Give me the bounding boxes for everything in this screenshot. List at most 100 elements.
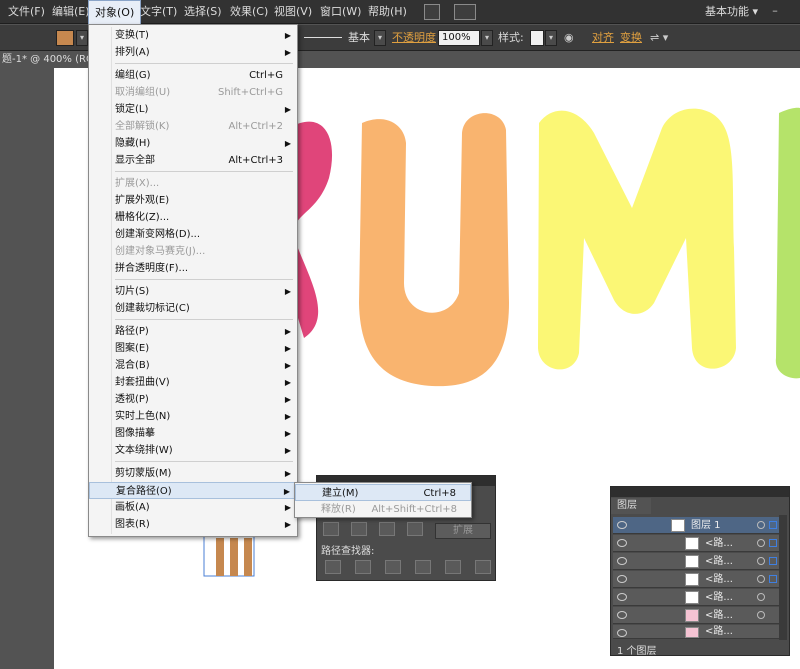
sublayer-name[interactable]: <路...: [705, 589, 733, 606]
opacity-input[interactable]: 100%: [438, 30, 480, 46]
exclude-icon[interactable]: [407, 522, 423, 536]
object-menu-item[interactable]: 拼合透明度(F)...: [89, 260, 297, 277]
object-menu-item[interactable]: 图表(R) ▶: [89, 516, 297, 533]
sublayer-name[interactable]: <路...: [705, 571, 733, 588]
object-menu-item[interactable]: 扩展外观(E): [89, 192, 297, 209]
expand-button[interactable]: 扩展: [435, 523, 491, 539]
menu-help[interactable]: 帮助(H): [362, 0, 413, 24]
selection-indicator[interactable]: [769, 575, 777, 583]
divide-icon[interactable]: [325, 560, 341, 574]
selected-bars[interactable]: [203, 535, 255, 577]
workspace-switcher[interactable]: 基本功能 ▾: [701, 0, 762, 24]
object-menu-item[interactable]: 画板(A) ▶: [89, 499, 297, 516]
fill-swatch[interactable]: [56, 30, 74, 46]
intersect-icon[interactable]: [379, 522, 395, 536]
object-menu-item[interactable]: 切片(S) ▶: [89, 283, 297, 300]
object-menu-item[interactable]: 创建裁切标记(C): [89, 300, 297, 317]
object-menu-item[interactable]: 创建渐变网格(D)...: [89, 226, 297, 243]
object-menu-item[interactable]: 文本绕排(W) ▶: [89, 442, 297, 459]
object-menu-item[interactable]: 复合路径(O) ▶: [89, 482, 297, 499]
sublayer-name[interactable]: <路...: [705, 607, 733, 624]
object-menu-item[interactable]: 封套扭曲(V) ▶: [89, 374, 297, 391]
object-menu-item[interactable]: 透视(P) ▶: [89, 391, 297, 408]
minimize-icon[interactable]: –: [768, 4, 782, 18]
selection-indicator[interactable]: [769, 557, 777, 565]
eye-icon[interactable]: [617, 557, 627, 565]
eye-icon[interactable]: [617, 629, 627, 637]
menu-effect[interactable]: 效果(C): [224, 0, 274, 24]
object-menu-item[interactable]: 图案(E) ▶: [89, 340, 297, 357]
target-icon[interactable]: [757, 521, 765, 529]
object-menu-item[interactable]: 图像描摹 ▶: [89, 425, 297, 442]
layer-name[interactable]: 图层 1: [691, 517, 721, 534]
target-icon[interactable]: [757, 539, 765, 547]
minus-front-icon[interactable]: [351, 522, 367, 536]
selection-indicator[interactable]: [769, 521, 777, 529]
menu-window[interactable]: 窗口(W): [314, 0, 367, 24]
layers-header[interactable]: [611, 487, 789, 497]
sublayer-row[interactable]: <路...: [613, 625, 779, 639]
outline-icon[interactable]: [445, 560, 461, 574]
opacity-link[interactable]: 不透明度: [392, 30, 436, 46]
layer-row[interactable]: 图层 1: [613, 517, 779, 534]
object-menu-item[interactable]: 隐藏(H) ▶: [89, 135, 297, 152]
object-menu-item[interactable]: 扩展(X)...: [89, 175, 297, 192]
sublayer-row[interactable]: <路...: [613, 589, 779, 606]
minus-back-icon[interactable]: [475, 560, 491, 574]
target-icon[interactable]: [757, 611, 765, 619]
sublayer-name[interactable]: <路...: [705, 535, 733, 552]
object-menu-item[interactable]: 显示全部 Alt+Ctrl+3: [89, 152, 297, 169]
sublayer-row[interactable]: <路...: [613, 571, 779, 588]
bridge-icon[interactable]: [424, 4, 440, 20]
eye-icon[interactable]: [617, 611, 627, 619]
trim-icon[interactable]: [355, 560, 371, 574]
object-menu-item[interactable]: 栅格化(Z)...: [89, 209, 297, 226]
eye-icon[interactable]: [617, 593, 627, 601]
object-menu-item[interactable]: 剪切蒙版(M) ▶: [89, 465, 297, 482]
fill-dropdown-icon[interactable]: ▾: [76, 30, 88, 46]
sublayer-row[interactable]: <路...: [613, 553, 779, 570]
arrange-documents-icon[interactable]: [454, 4, 476, 20]
menu-view[interactable]: 视图(V): [268, 0, 318, 24]
menu-file[interactable]: 文件(F): [2, 0, 51, 24]
menu-select[interactable]: 选择(S): [178, 0, 228, 24]
transform-link[interactable]: 变换: [620, 30, 642, 46]
object-menu-item[interactable]: 创建对象马赛克(J)...: [89, 243, 297, 260]
layers-scrollbar[interactable]: [779, 515, 787, 640]
eye-icon[interactable]: [617, 521, 627, 529]
merge-icon[interactable]: [385, 560, 401, 574]
target-icon[interactable]: [757, 593, 765, 601]
object-menu-item[interactable]: 排列(A) ▶: [89, 44, 297, 61]
object-menu-item[interactable]: 锁定(L) ▶: [89, 101, 297, 118]
recolor-icon[interactable]: ◉: [564, 30, 574, 46]
eye-icon[interactable]: [617, 539, 627, 547]
object-menu-item[interactable]: 取消编组(U) Shift+Ctrl+G: [89, 84, 297, 101]
target-icon[interactable]: [757, 575, 765, 583]
opacity-dropdown-icon[interactable]: ▾: [481, 30, 493, 46]
selection-indicator[interactable]: [769, 539, 777, 547]
align-link[interactable]: 对齐: [592, 30, 614, 46]
object-menu-item[interactable]: 变换(T) ▶: [89, 27, 297, 44]
target-icon[interactable]: [757, 557, 765, 565]
object-menu-item[interactable]: 实时上色(N) ▶: [89, 408, 297, 425]
object-menu-item[interactable]: 全部解锁(K) Alt+Ctrl+2: [89, 118, 297, 135]
sublayer-row[interactable]: <路...: [613, 535, 779, 552]
menu-type[interactable]: 文字(T): [134, 0, 183, 24]
style-dropdown-icon[interactable]: ▾: [545, 30, 557, 46]
object-menu-item[interactable]: 混合(B) ▶: [89, 357, 297, 374]
panel-menu-icon[interactable]: ⇌ ▾: [650, 30, 668, 46]
object-menu-item[interactable]: 路径(P) ▶: [89, 323, 297, 340]
eye-icon[interactable]: [617, 575, 627, 583]
object-menu-item[interactable]: 编组(G) Ctrl+G: [89, 67, 297, 84]
sublayer-row[interactable]: <路...: [613, 607, 779, 624]
stroke-style-dropdown-icon[interactable]: ▾: [374, 30, 386, 46]
release-compound-path-item[interactable]: 释放(R) Alt+Shift+Ctrl+8: [295, 501, 471, 518]
sublayer-name[interactable]: <路...: [705, 625, 733, 639]
sublayer-name[interactable]: <路...: [705, 553, 733, 570]
layers-tab[interactable]: 图层: [611, 498, 651, 514]
stroke-preview[interactable]: [300, 30, 346, 46]
style-swatch[interactable]: [530, 30, 544, 46]
crop-icon[interactable]: [415, 560, 431, 574]
unite-icon[interactable]: [323, 522, 339, 536]
make-compound-path-item[interactable]: 建立(M) Ctrl+8: [295, 484, 471, 501]
